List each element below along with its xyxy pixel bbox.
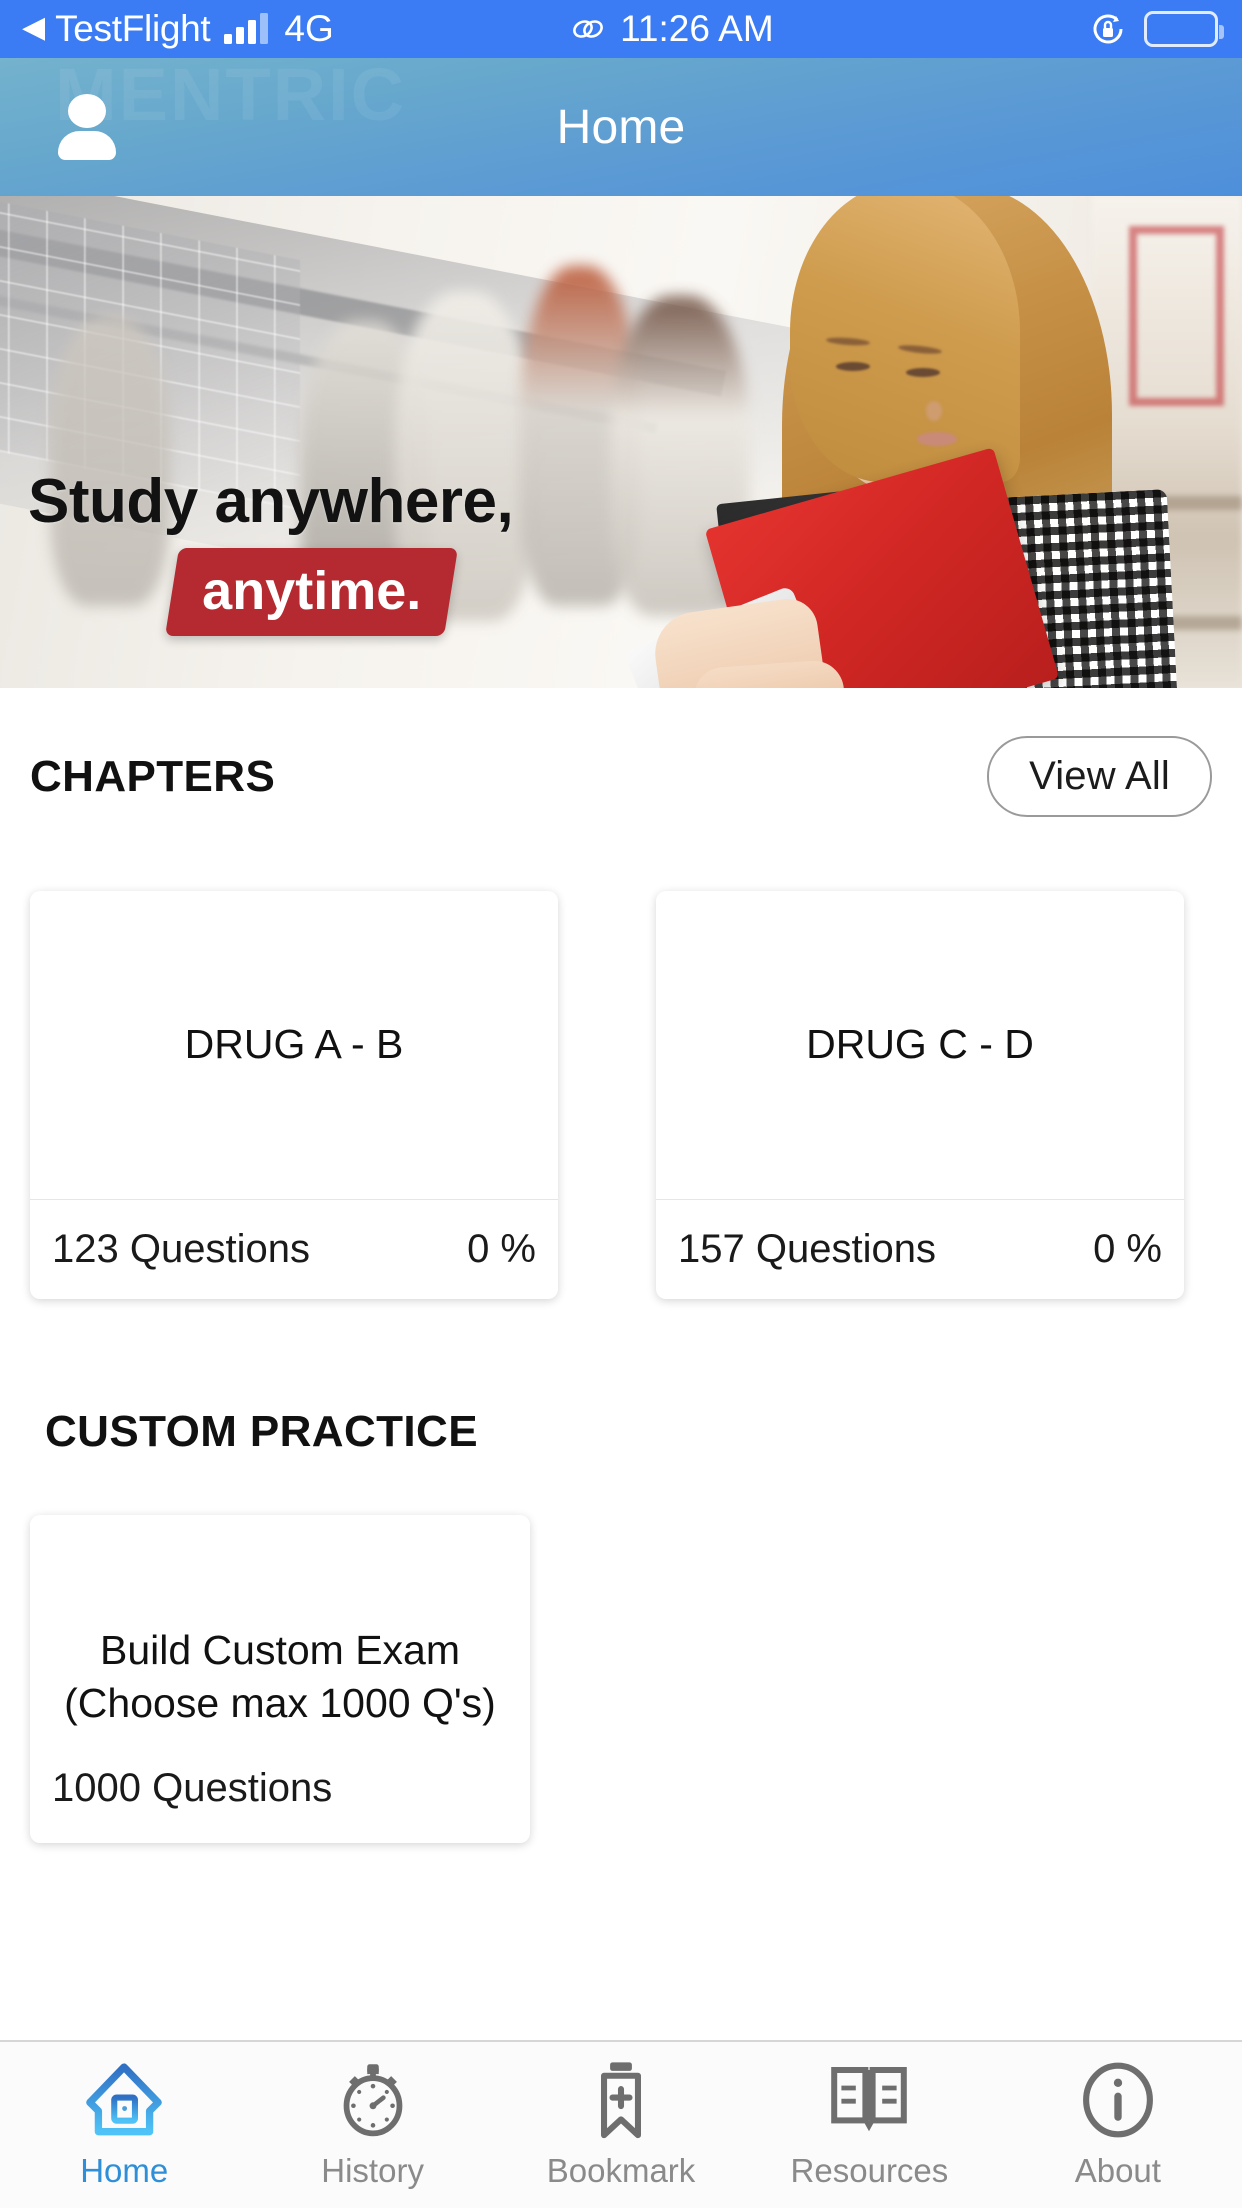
custom-practice-card-row: Build Custom Exam (Choose max 1000 Q's) … xyxy=(0,1457,1242,1843)
status-bar-left: ◀ TestFlight 4G xyxy=(0,8,334,50)
status-bar-center: 11:26 AM xyxy=(294,8,1050,50)
hero-tagline-wrap: anytime. xyxy=(165,548,459,636)
chapters-card-row: DRUG A - B 123 Questions 0 % DRUG C - D … xyxy=(0,817,1242,1299)
open-book-icon xyxy=(825,2058,913,2142)
tab-bookmark[interactable]: Bookmark xyxy=(497,2058,745,2190)
build-custom-exam-title-line1: Build Custom Exam xyxy=(99,1627,460,1674)
house-icon xyxy=(80,2058,168,2142)
build-custom-exam-body: Build Custom Exam (Choose max 1000 Q's) xyxy=(30,1515,530,1733)
info-circle-icon xyxy=(1074,2058,1162,2142)
app-header: MENTRIC Home xyxy=(0,58,1242,196)
clock-label: 11:26 AM xyxy=(620,8,774,49)
chapter-card-footer: 123 Questions 0 % xyxy=(30,1199,558,1299)
tab-resources[interactable]: Resources xyxy=(745,2058,993,2190)
build-custom-exam-footer: 1000 Questions xyxy=(30,1733,530,1843)
bookmark-plus-icon xyxy=(577,2058,665,2142)
custom-practice-section-header: CUSTOM PRACTICE xyxy=(0,1299,1242,1457)
custom-practice-heading: CUSTOM PRACTICE xyxy=(45,1407,478,1456)
hero-tagline-badge: anytime. xyxy=(165,548,459,636)
view-all-button[interactable]: View All xyxy=(987,736,1212,817)
chapter-title: DRUG A - B xyxy=(184,1021,404,1068)
chapter-card[interactable]: DRUG A - B 123 Questions 0 % xyxy=(30,891,558,1299)
tab-label-about: About xyxy=(1074,2152,1161,2189)
tab-home[interactable]: Home xyxy=(0,2058,248,2190)
tab-label-bookmark: Bookmark xyxy=(546,2152,696,2189)
tab-history[interactable]: History xyxy=(248,2058,496,2190)
tab-label-history: History xyxy=(321,2152,424,2189)
tab-about[interactable]: About xyxy=(994,2058,1242,2190)
chapters-section-header: CHAPTERS View All xyxy=(0,688,1242,817)
link-icon xyxy=(570,13,606,45)
rotation-lock-icon xyxy=(1090,11,1126,47)
page-title: Home xyxy=(556,100,686,154)
chapter-card-body: DRUG C - D xyxy=(656,891,1184,1199)
build-custom-exam-title: Build Custom Exam (Choose max 1000 Q's) xyxy=(64,1624,496,1729)
chapter-progress-percent: 0 % xyxy=(1093,1227,1162,1271)
chapter-question-count: 157 Questions xyxy=(678,1227,936,1271)
carrier-label: TestFlight xyxy=(55,8,211,49)
bottom-tab-bar: Home History Bookmark Resources About xyxy=(0,2040,1242,2208)
status-bar: ◀ TestFlight 4G 11:26 AM xyxy=(0,0,1242,58)
chapter-card[interactable]: DRUG C - D 157 Questions 0 % xyxy=(656,891,1184,1299)
chapter-card-body: DRUG A - B xyxy=(30,891,558,1199)
back-arrow-icon[interactable]: ◀ xyxy=(22,13,45,43)
stopwatch-icon xyxy=(329,2058,417,2142)
main-content: CHAPTERS View All DRUG A - B 123 Questio… xyxy=(0,688,1242,1843)
build-custom-exam-title-line2: (Choose max 1000 Q's) xyxy=(64,1679,496,1726)
chapter-question-count: 123 Questions xyxy=(52,1227,310,1271)
build-custom-exam-question-count: 1000 Questions xyxy=(52,1765,333,1810)
chapters-heading: CHAPTERS xyxy=(30,751,276,801)
chapter-progress-percent: 0 % xyxy=(467,1227,536,1271)
battery-icon xyxy=(1144,11,1224,47)
build-custom-exam-card[interactable]: Build Custom Exam (Choose max 1000 Q's) … xyxy=(30,1515,530,1843)
chapter-card-footer: 157 Questions 0 % xyxy=(656,1199,1184,1299)
hero-tagline-text: anytime. xyxy=(202,561,422,621)
tab-label-home: Home xyxy=(80,2152,169,2189)
hero-headline: Study anywhere, xyxy=(28,467,514,536)
tab-label-resources: Resources xyxy=(790,2152,949,2189)
chapter-title: DRUG C - D xyxy=(806,1021,1034,1068)
hero-banner[interactable]: Study anywhere, anytime. xyxy=(0,196,1242,688)
signal-bars-icon xyxy=(224,13,269,44)
status-bar-right xyxy=(1090,11,1242,47)
